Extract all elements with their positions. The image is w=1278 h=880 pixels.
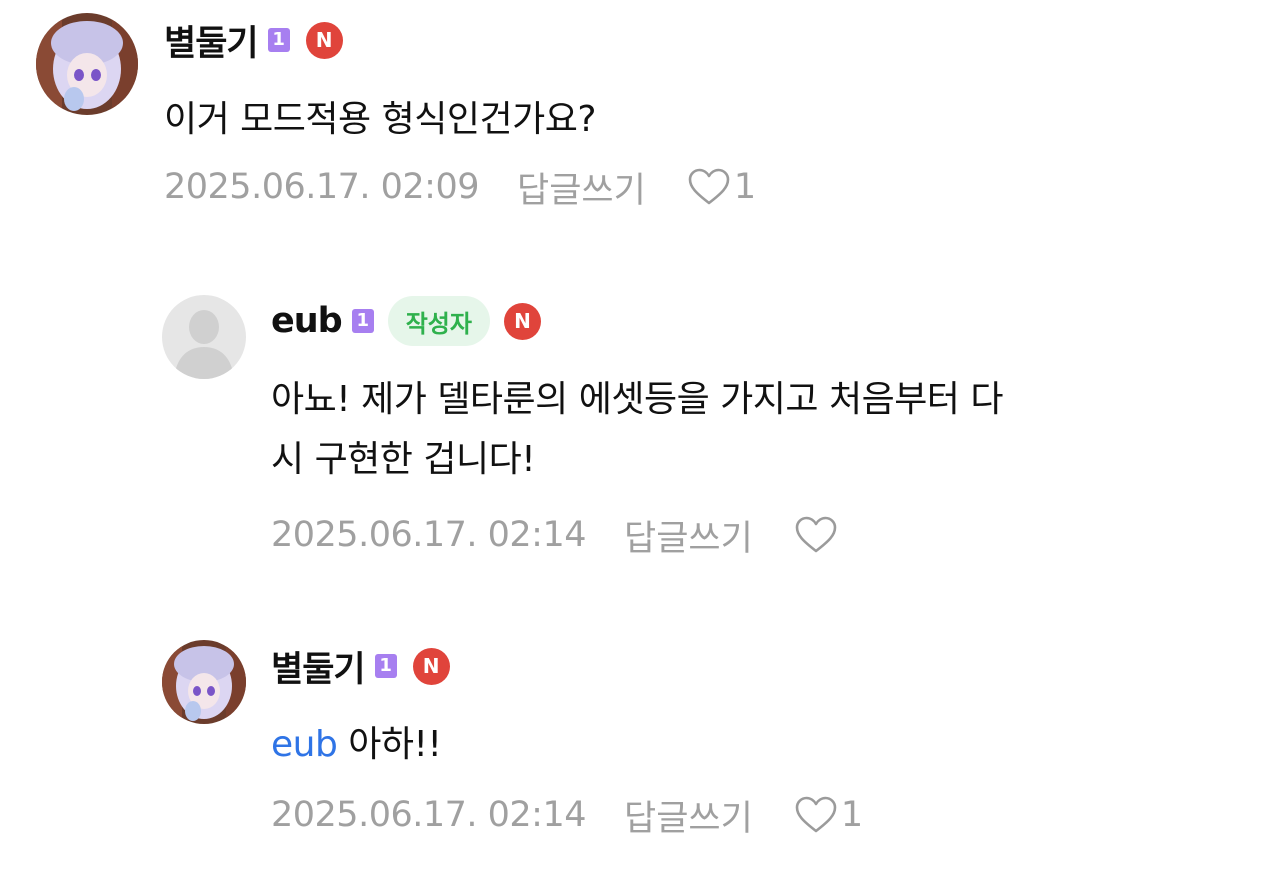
comment-text: 아뇨! 제가 델타룬의 에셋등을 가지고 처음부터 다 시 구현한 겁니다! <box>271 370 1231 490</box>
comment-text-body: 아하!! <box>337 724 442 765</box>
new-badge: N <box>412 647 450 685</box>
user-avatar[interactable] <box>162 640 246 724</box>
writer-badge: 작성자 <box>387 296 490 346</box>
comment-meta: 2025.06.17. 02:14 답글쓰기 <box>271 510 841 561</box>
comment-date: 2025.06.17. 02:14 <box>271 515 587 555</box>
user-avatar[interactable] <box>162 295 246 379</box>
comment-text: 이거 모드적용 형식인건가요? <box>164 99 596 140</box>
comment-text: eub 아하!! <box>271 715 442 775</box>
reply-button[interactable]: 답글쓰기 <box>624 510 753 561</box>
comment-item: 별둘기 1 N 이거 모드적용 형식인건가요? 2025.06.17. 02:0… <box>0 0 1278 230</box>
comment-text-line: 시 구현한 겁니다! <box>271 439 536 480</box>
level-badge: 1 <box>374 654 397 678</box>
anime-avatar-icon <box>36 13 138 115</box>
level-badge: 1 <box>267 28 290 52</box>
new-badge: N <box>305 21 343 59</box>
new-badge: N <box>503 302 541 340</box>
author-name[interactable]: eub <box>271 301 343 341</box>
heart-outline-icon <box>795 796 837 833</box>
comment-meta: 2025.06.17. 02:09 답글쓰기 1 <box>164 162 756 213</box>
heart-outline-icon <box>688 168 730 205</box>
reply-button[interactable]: 답글쓰기 <box>624 790 753 841</box>
like-button[interactable]: 1 <box>793 795 863 835</box>
mention-link[interactable]: eub <box>271 724 338 765</box>
comment-date: 2025.06.17. 02:14 <box>271 795 587 835</box>
like-button[interactable]: 1 <box>686 167 756 207</box>
default-profile-icon <box>162 295 246 379</box>
comment-header: 별둘기 1 N <box>164 15 343 66</box>
level-badge: 1 <box>351 309 374 333</box>
like-button[interactable] <box>793 515 841 555</box>
comment-date: 2025.06.17. 02:09 <box>164 167 480 207</box>
like-count: 1 <box>840 795 864 835</box>
author-name[interactable]: 별둘기 <box>271 641 366 692</box>
comment-text-line: 아뇨! 제가 델타룬의 에셋등을 가지고 처음부터 다 <box>271 379 1004 420</box>
comment-header: eub 1 작성자 N <box>271 296 541 346</box>
reply-item: eub 1 작성자 N 아뇨! 제가 델타룬의 에셋등을 가지고 처음부터 다 … <box>0 280 1278 570</box>
user-avatar[interactable] <box>36 13 138 115</box>
anime-avatar-icon <box>162 640 246 724</box>
like-count: 1 <box>733 167 757 207</box>
reply-item: 별둘기 1 N eub 아하!! 2025.06.17. 02:14 답글쓰기 … <box>0 625 1278 865</box>
comment-header: 별둘기 1 N <box>271 641 450 692</box>
reply-button[interactable]: 답글쓰기 <box>517 162 646 213</box>
heart-outline-icon <box>795 516 837 553</box>
comment-meta: 2025.06.17. 02:14 답글쓰기 1 <box>271 790 863 841</box>
author-name[interactable]: 별둘기 <box>164 15 259 66</box>
